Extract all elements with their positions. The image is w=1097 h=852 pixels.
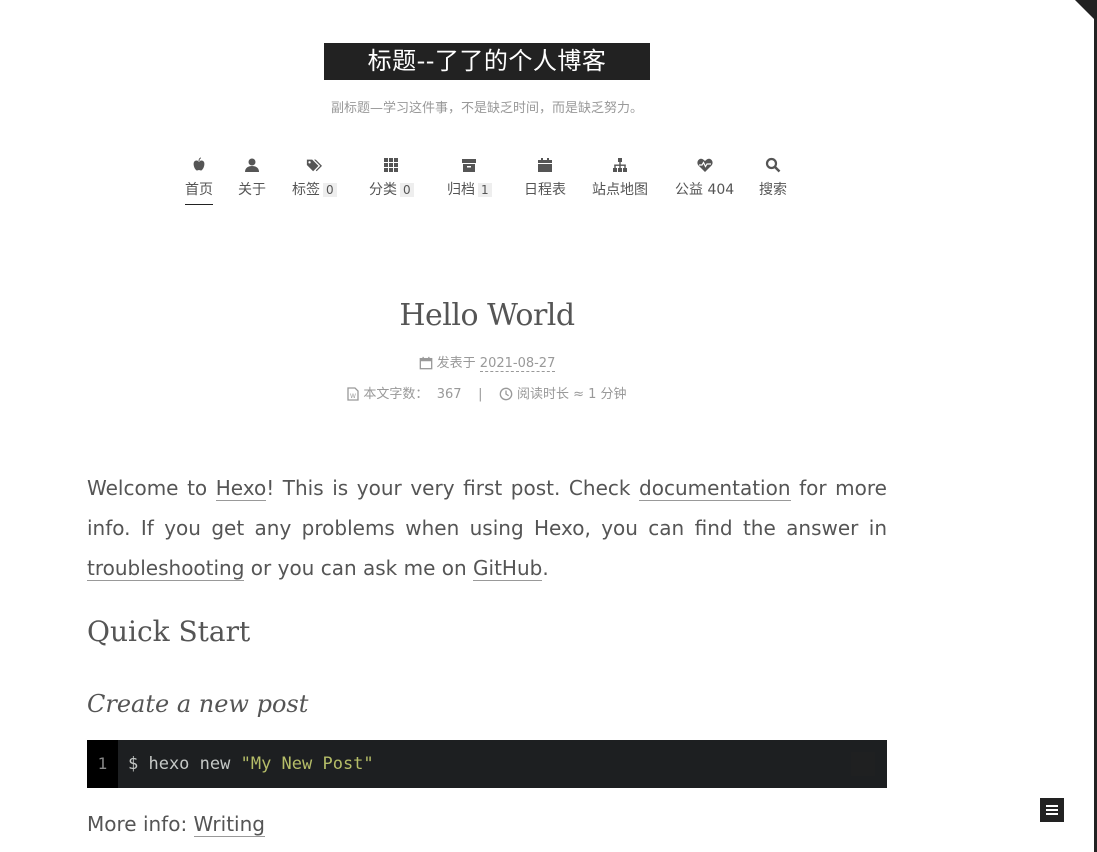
body-text: or you can ask me on xyxy=(244,556,474,580)
writing-link[interactable]: Writing xyxy=(193,812,265,837)
post-meta-stats: W 本文字数： 367 | 阅读时长 ≈ 1 分钟 xyxy=(0,383,974,405)
heading-quick-start: Quick Start xyxy=(87,615,251,648)
calendar-outline-icon xyxy=(419,356,432,370)
code-command: $ hexo new xyxy=(128,754,241,774)
menu-label: 公益 404 xyxy=(675,182,735,198)
svg-text:W: W xyxy=(350,393,356,400)
site-title[interactable]: 标题--了了的个人博客 xyxy=(324,43,650,80)
code-line-number: 1 xyxy=(87,740,118,788)
sitemap-icon xyxy=(613,158,627,172)
readtime-value: 1 分钟 xyxy=(588,387,627,402)
grid-icon xyxy=(384,158,399,172)
menu-label: 归档 xyxy=(447,182,475,198)
menu-item-tags[interactable]: 标签 0 xyxy=(292,152,337,199)
user-icon xyxy=(245,158,259,172)
menu-item-archives[interactable]: 归档 1 xyxy=(447,152,492,199)
post-date[interactable]: 2021-08-27 xyxy=(479,356,556,372)
code-line: $ hexo new "My New Post" xyxy=(118,754,374,774)
code-block: 1 $ hexo new "My New Post" xyxy=(87,740,887,788)
menu-label: 日程表 xyxy=(524,182,566,198)
menu-label: 标签 xyxy=(292,182,320,198)
sidebar-toggle-button[interactable] xyxy=(1040,798,1064,822)
more-info: More info: Writing xyxy=(87,812,265,837)
menu-label: 首页 xyxy=(185,179,213,205)
search-icon xyxy=(765,157,781,173)
hexo-link[interactable]: Hexo xyxy=(215,476,267,501)
menu-badge: 1 xyxy=(478,183,492,197)
body-text: Welcome to xyxy=(87,476,216,500)
post-body: Welcome to Hexo! This is your very first… xyxy=(87,468,887,588)
menu-label: 搜索 xyxy=(759,182,787,198)
menu-item-about[interactable]: 关于 xyxy=(238,152,266,199)
wordcount-value: 367 xyxy=(436,387,462,402)
menu-badge: 0 xyxy=(400,183,414,197)
github-link[interactable]: GitHub xyxy=(473,556,543,581)
calendar-icon xyxy=(538,158,552,172)
menu-item-categories[interactable]: 分类 0 xyxy=(369,152,414,199)
menu-label: 关于 xyxy=(238,182,266,198)
menu-badge: 0 xyxy=(323,183,337,197)
github-corner[interactable] xyxy=(1075,0,1097,22)
heading-create-post: Create a new post xyxy=(87,690,309,718)
menu-item-404[interactable]: 公益 404 xyxy=(675,152,734,199)
file-word-icon: W xyxy=(347,387,360,401)
post-title[interactable]: Hello World xyxy=(0,298,974,333)
menu-label: 站点地图 xyxy=(592,182,648,198)
body-text: . xyxy=(542,556,549,580)
menu-label: 分类 xyxy=(369,182,397,198)
menu-item-schedule[interactable]: 日程表 xyxy=(524,152,566,199)
meta-divider: | xyxy=(478,387,483,402)
documentation-link[interactable]: documentation xyxy=(639,476,791,501)
menu-item-search[interactable]: 搜索 xyxy=(759,152,787,199)
code-string: "My New Post" xyxy=(240,754,374,774)
site-subtitle: 副标题—学习这件事，不是缺乏时间，而是缺乏努力。 xyxy=(330,101,643,116)
troubleshooting-link[interactable]: troubleshooting xyxy=(87,556,245,581)
heartbeat-icon xyxy=(697,158,713,172)
clock-icon xyxy=(499,387,513,401)
menu-item-sitemap[interactable]: 站点地图 xyxy=(592,152,648,199)
post-meta-date: 发表于 2021-08-27 xyxy=(0,352,974,374)
copy-button[interactable] xyxy=(851,752,875,776)
wordcount-label: 本文字数： xyxy=(363,387,429,402)
menu-item-home[interactable]: 首页 xyxy=(185,152,213,205)
tags-icon xyxy=(307,159,323,172)
readtime-label: 阅读时长 ≈ xyxy=(516,387,585,402)
posted-label: 发表于 xyxy=(436,356,476,371)
archive-icon xyxy=(462,159,477,172)
more-label: More info: xyxy=(87,812,194,836)
body-text: ! This is your very first post. Check xyxy=(266,476,640,500)
apple-icon xyxy=(193,157,205,171)
